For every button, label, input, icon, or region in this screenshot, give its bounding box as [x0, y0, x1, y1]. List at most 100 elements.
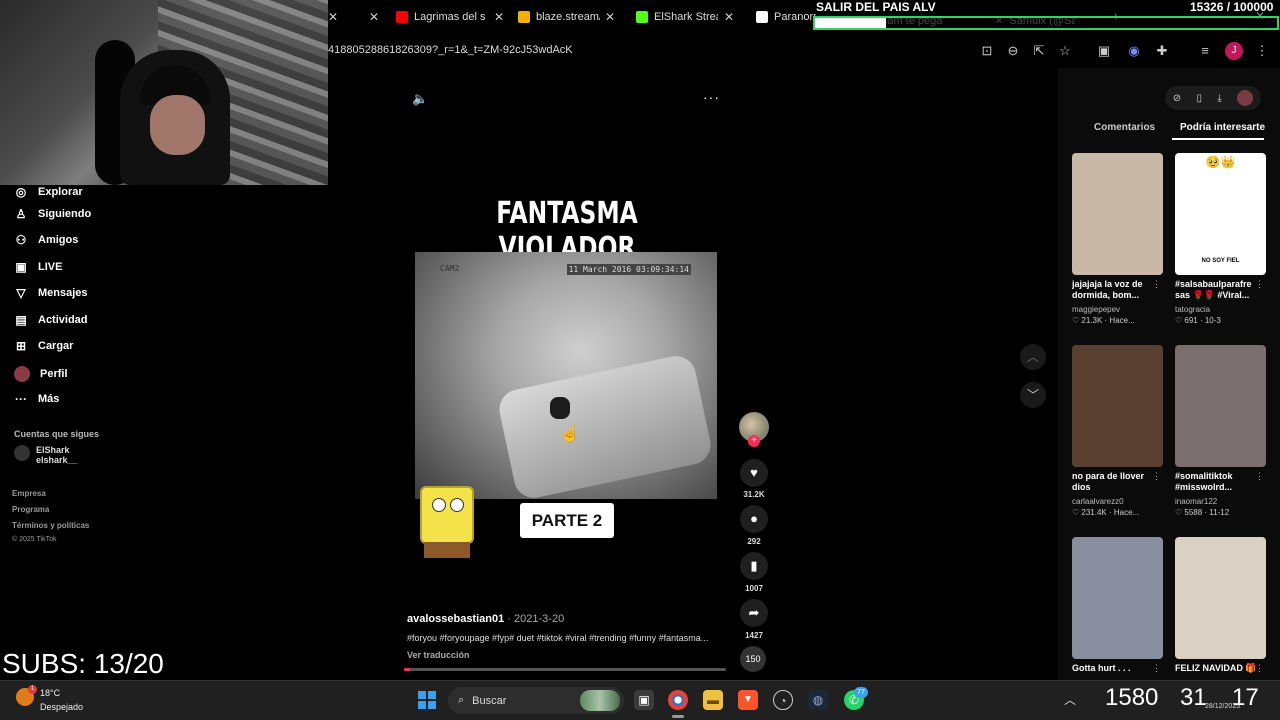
recommended-video-card[interactable]: 🥹👑 NO SOY FIEL #salsabaulparafre sas 🌹🌹 #V…: [1175, 153, 1266, 325]
avatar-icon[interactable]: [1237, 90, 1254, 106]
sidebar-item-mensajes[interactable]: ▽ Mensajes: [14, 286, 87, 300]
close-tab-icon[interactable]: ✕: [369, 10, 379, 24]
close-tab-icon[interactable]: ✕: [328, 10, 338, 24]
footer-link[interactable]: Programa: [12, 505, 49, 514]
card-stats: ♡ 5588 · 11-12: [1175, 508, 1230, 517]
sidebar-item-perfil[interactable]: Perfil: [14, 366, 68, 382]
url-field[interactable]: 41880528861826309?_r=1&_t=ZM-92cJ53wdAcK: [328, 44, 573, 56]
tray-chevron-icon[interactable]: ︿: [1064, 691, 1076, 708]
profile-avatar[interactable]: J: [1225, 42, 1243, 60]
chrome-icon[interactable]: [668, 690, 688, 710]
next-video-icon[interactable]: ﹀: [1020, 382, 1046, 408]
overlay-number-b: 31: [1180, 684, 1207, 711]
sidebar-item-explorar[interactable]: ◎ Explorar: [14, 185, 83, 199]
tab-4-active[interactable]: Paranorm: [756, 6, 816, 28]
blaze-icon: [518, 11, 530, 23]
taskbar-search[interactable]: ⌕ Buscar: [448, 687, 624, 714]
search-icon: ⌕: [458, 694, 465, 706]
video-thumbnail[interactable]: [1072, 345, 1163, 467]
sidebar-item-más[interactable]: ··· Más: [14, 392, 59, 406]
card-author[interactable]: maggiepepev: [1072, 305, 1163, 314]
tab-comments[interactable]: Comentarios: [1094, 122, 1155, 133]
card-more-icon[interactable]: ⋮: [1255, 471, 1264, 482]
video-thumbnail[interactable]: [1175, 345, 1266, 467]
windows-start-icon[interactable]: [418, 691, 436, 709]
share-page-icon[interactable]: ⇱: [1031, 43, 1047, 59]
figure: [550, 397, 570, 419]
activity-icon: ▤: [15, 313, 27, 327]
recommended-video-card[interactable]: #somalitiktok #misswolrd... inaomar122 ♡ 5…: [1175, 345, 1266, 517]
more-options-icon[interactable]: ···: [703, 89, 720, 105]
overlay-number-a: 1580: [1105, 684, 1159, 711]
account-text: ElShark elshark__: [36, 445, 78, 465]
sidebar-item-cargar[interactable]: ⊞ Cargar: [14, 339, 74, 353]
footer-link[interactable]: Empresa: [12, 489, 46, 498]
recommended-video-card[interactable]: FELIZ NAVIDAD 🎁 ⋮: [1175, 537, 1266, 685]
card-more-icon[interactable]: ⋮: [1152, 471, 1161, 482]
tab-2[interactable]: blaze.stream/e: [518, 6, 600, 28]
subs-counter: SUBS: 13/20: [2, 648, 164, 679]
sidebar-item-live[interactable]: ▣ LIVE: [14, 260, 62, 274]
goal-count: 15326 / 100000: [1190, 0, 1274, 14]
card-more-icon[interactable]: ⋮: [1255, 663, 1264, 674]
bookmark-star-icon[interactable]: ☆: [1057, 43, 1073, 59]
recommended-video-card[interactable]: jajajaja la voz de dormida, bom... maggie…: [1072, 153, 1163, 325]
video-thumbnail[interactable]: [1072, 537, 1163, 659]
previous-video-icon[interactable]: ︿: [1020, 344, 1046, 370]
video-thumbnail[interactable]: [1072, 153, 1163, 275]
like-heart-icon[interactable]: ♥: [740, 459, 768, 487]
tab-recommended[interactable]: Podría interesarte: [1180, 122, 1265, 133]
task-view-icon[interactable]: ▣: [634, 690, 654, 710]
like-count: 31.2K: [743, 490, 765, 499]
card-more-icon[interactable]: ⋮: [1152, 279, 1161, 290]
close-tab-icon[interactable]: ✕: [605, 10, 615, 24]
music-disc[interactable]: 150: [740, 646, 766, 672]
card-more-icon[interactable]: ⋮: [1255, 279, 1264, 290]
translate-icon[interactable]: ⊡: [979, 43, 995, 59]
close-tab-icon[interactable]: ✕: [494, 10, 504, 24]
extension-icon[interactable]: ◉: [1126, 43, 1142, 59]
share-icon[interactable]: ➦: [740, 599, 768, 627]
steam-icon[interactable]: ◍: [808, 690, 828, 710]
follow-plus-icon[interactable]: +: [748, 435, 760, 447]
tab-3[interactable]: ElShark Stream: [636, 6, 718, 28]
video-thumbnail[interactable]: 🥹👑 NO SOY FIEL: [1175, 153, 1266, 275]
bookmark-icon[interactable]: ▮: [740, 552, 768, 580]
card-author[interactable]: inaomar122: [1175, 497, 1266, 506]
tab-1[interactable]: Lagrimas del s: [396, 6, 506, 28]
video-thumbnail[interactable]: [1175, 537, 1266, 659]
file-explorer-icon[interactable]: ▬: [703, 690, 723, 710]
close-tab-icon[interactable]: ✕: [724, 10, 734, 24]
card-more-icon[interactable]: ⋮: [1152, 663, 1161, 674]
recommended-video-card[interactable]: no para de llover dios carlaalvarezz0 ♡ 23…: [1072, 345, 1163, 517]
author-name[interactable]: avalossebastian01: [407, 613, 504, 625]
video-frame[interactable]: CAM2 11 March 2016 03:09:34:14: [415, 252, 717, 499]
volume-icon[interactable]: 🔈: [412, 91, 428, 107]
tray-date: 28/12/2025: [1205, 703, 1241, 710]
card-author[interactable]: carlaalvarezz0: [1072, 497, 1163, 506]
weather-desc: Despejado: [40, 702, 84, 712]
brave-icon[interactable]: ▼: [738, 690, 758, 710]
app-icon[interactable]: ◔: [773, 690, 793, 710]
mobile-icon[interactable]: ▯: [1197, 93, 1203, 104]
spongebob-sticker: [412, 486, 480, 564]
autoscroll-icon[interactable]: ⊘: [1173, 93, 1181, 104]
kebab-menu-icon[interactable]: ⋮: [1254, 43, 1270, 59]
video-progress-bar[interactable]: [404, 668, 726, 671]
download-icon[interactable]: ⤓: [1217, 93, 1221, 104]
sidebar-item-siguiendo[interactable]: ♙ Siguiendo: [14, 207, 92, 221]
translate-link[interactable]: Ver traducción: [407, 650, 470, 660]
sidebar-item-amigos[interactable]: ⚇ Amigos: [14, 233, 79, 247]
card-author[interactable]: tatogracia: [1175, 305, 1266, 314]
puzzle-icon[interactable]: ✚: [1154, 43, 1170, 59]
footer-link[interactable]: Términos y políticas: [12, 521, 89, 530]
messages-icon: ▽: [16, 286, 26, 300]
sidebar-item-actividad[interactable]: ▤ Actividad: [14, 313, 87, 327]
comment-icon[interactable]: ●: [740, 505, 768, 533]
recommended-video-card[interactable]: Gotta hurt . . . ⋮: [1072, 537, 1163, 685]
zoom-icon[interactable]: ⊖: [1005, 43, 1021, 59]
picture-in-picture-icon[interactable]: ▣: [1096, 43, 1112, 59]
profile-avatar: [14, 366, 30, 382]
following-account[interactable]: ElShark elshark__: [14, 445, 78, 465]
media-control-icon[interactable]: ≡: [1197, 43, 1213, 59]
